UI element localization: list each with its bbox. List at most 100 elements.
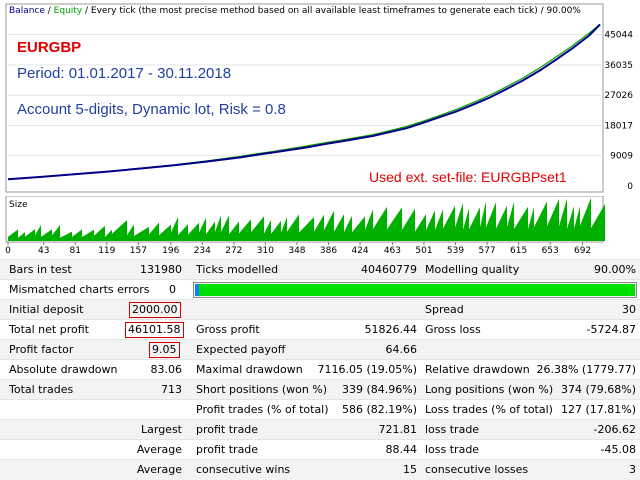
relative-drawdown-value: 26.38% (1779.77) — [536, 363, 636, 376]
lot-size-chart: Size 0 43 81 119 157 196 234 272 310 348 386 424 463… — [5, 196, 605, 256]
loss-trades-value: 127 (17.81%) — [560, 403, 636, 416]
x-tick-label: 234 — [194, 246, 211, 256]
y-tick-label: 0 — [627, 182, 633, 192]
consecutive-losses-value: 3 — [629, 463, 636, 476]
gross-profit-label: Gross profit — [196, 323, 260, 336]
x-tick-label: 310 — [257, 246, 274, 256]
long-positions-label: Long positions (won %) — [425, 383, 554, 396]
short-positions-value: 339 (84.96%) — [341, 383, 417, 396]
expected-payoff-label: Expected payoff — [196, 343, 286, 356]
bars-value: 131980 — [140, 263, 182, 276]
absolute-drawdown-label: Absolute drawdown — [9, 363, 118, 376]
net-profit-value: 46101.58 — [125, 322, 184, 338]
x-tick-label: 501 — [415, 246, 432, 256]
x-tick-label: 577 — [478, 246, 495, 256]
largest-loss-trade-value: -206.62 — [593, 423, 636, 436]
chart-header: Balance / Equity / Every tick (the most … — [9, 6, 581, 16]
table-row: Profit factor 9.05 Expected payoff 64.66 — [0, 339, 640, 359]
gross-profit-value: 51826.44 — [364, 323, 418, 336]
modelling-quality-bar — [193, 282, 637, 298]
y-tick-label: 27026 — [604, 91, 633, 101]
table-row: Bars in test 131980 Ticks modelled 40460… — [0, 259, 640, 279]
y-tick-label: 36035 — [604, 61, 633, 71]
bars-label: Bars in test — [9, 263, 72, 276]
profit-factor-value: 9.05 — [149, 342, 180, 358]
ticks-label: Ticks modelled — [196, 263, 279, 276]
x-axis-ticks: 0 43 81 119 157 196 234 272 310 348 386 424 463 501 53… — [5, 242, 591, 256]
quality-bar-start — [195, 284, 199, 296]
legend-sep-1: / — [45, 6, 54, 16]
table-row: Total net profit 46101.58 Gross profit 5… — [0, 319, 640, 339]
x-tick-label: 157 — [130, 246, 147, 256]
average-label: Average — [136, 443, 182, 456]
legend-equity: Equity — [54, 6, 83, 16]
x-tick-label: 653 — [542, 246, 559, 256]
x-tick-label: 119 — [98, 246, 115, 256]
x-tick-label: 348 — [288, 246, 305, 256]
net-profit-label: Total net profit — [9, 323, 89, 336]
symbol-annotation: EURGBP — [17, 39, 81, 56]
profit-factor-label: Profit factor — [9, 343, 74, 356]
gross-loss-value: -5724.87 — [586, 323, 636, 336]
x-tick-label: 272 — [225, 246, 242, 256]
loss-trades-label: Loss trades (% of total) — [425, 403, 553, 416]
table-row: Total trades 713 Short positions (won %)… — [0, 379, 640, 399]
table-row: Largest profit trade 721.81 loss trade -… — [0, 419, 640, 439]
x-tick-label: 386 — [320, 246, 337, 256]
x-tick-label: 615 — [510, 246, 527, 256]
maximal-drawdown-value: 7116.05 (19.05%) — [317, 363, 417, 376]
ticks-value: 40460779 — [361, 263, 417, 276]
table-row: Absolute drawdown 83.06 Maximal drawdown… — [0, 359, 640, 379]
average-profit-trade-value: 88.44 — [385, 443, 418, 456]
y-tick-label: 45044 — [604, 31, 633, 41]
x-tick-label: 424 — [351, 246, 368, 256]
legend-balance: Balance — [9, 6, 45, 16]
relative-drawdown-label: Relative drawdown — [425, 363, 530, 376]
largest-loss-trade-label: loss trade — [425, 423, 480, 436]
x-tick-label: 43 — [38, 246, 49, 256]
total-trades-value: 713 — [161, 383, 182, 396]
profit-trades-value: 586 (82.19%) — [341, 403, 417, 416]
largest-label: Largest — [141, 423, 182, 436]
initial-deposit-label: Initial deposit — [9, 303, 84, 316]
consecutive-losses-label: consecutive losses — [425, 463, 529, 476]
long-positions-value: 374 (79.68%) — [560, 383, 636, 396]
legend-sep-3: / — [538, 6, 547, 16]
profit-trades-label: Profit trades (% of total) — [196, 403, 329, 416]
largest-profit-trade-label: profit trade — [196, 423, 259, 436]
account-annotation: Account 5-digits, Dynamic lot, Risk = 0.… — [17, 101, 286, 118]
average-loss-trade-value: -45.08 — [600, 443, 636, 456]
table-row: Profit trades (% of total) 586 (82.19%) … — [0, 399, 640, 419]
x-tick-label: 692 — [574, 246, 591, 256]
consecutive-wins-value: 15 — [403, 463, 417, 476]
expected-payoff-value: 64.66 — [385, 343, 418, 356]
balance-equity-chart: 45044 36035 27026 18017 9009 0 Balance / Equi… — [0, 0, 640, 194]
maximal-drawdown-label: Maximal drawdown — [196, 363, 303, 376]
initial-deposit-value: 2000.00 — [129, 302, 181, 318]
short-positions-label: Short positions (won %) — [196, 383, 328, 396]
consecutive-wins-label: consecutive wins — [196, 463, 291, 476]
average-consecutive-label: Average — [136, 463, 182, 476]
y-tick-label: 9009 — [610, 152, 633, 162]
mismatch-value: 0 — [169, 283, 176, 296]
x-tick-label: 81 — [70, 246, 81, 256]
largest-profit-trade-value: 721.81 — [378, 423, 418, 436]
test-method-info: Every tick (the most precise method base… — [91, 6, 538, 16]
y-tick-label: 18017 — [604, 121, 633, 131]
absolute-drawdown-value: 83.06 — [150, 363, 183, 376]
modelling-quality-value: 90.00% — [594, 263, 636, 276]
average-profit-trade-label: profit trade — [196, 443, 259, 456]
x-tick-label: 539 — [447, 246, 464, 256]
gross-loss-label: Gross loss — [425, 323, 481, 336]
period-annotation: Period: 01.01.2017 - 30.11.2018 — [17, 65, 231, 82]
total-trades-label: Total trades — [9, 383, 74, 396]
average-loss-trade-label: loss trade — [425, 443, 480, 456]
spread-label: Spread — [425, 303, 464, 316]
table-row: Average consecutive wins 15 consecutive … — [0, 459, 640, 480]
setfile-annotation: Used ext. set-file: EURGBPset1 — [369, 169, 567, 185]
quality-bar-fill — [195, 284, 635, 296]
table-row: Average profit trade 88.44 loss trade -4… — [0, 439, 640, 459]
size-label: Size — [9, 200, 28, 210]
table-row: Initial deposit 2000.00 Spread 30 — [0, 299, 640, 319]
legend-sep-2: / — [82, 6, 91, 16]
